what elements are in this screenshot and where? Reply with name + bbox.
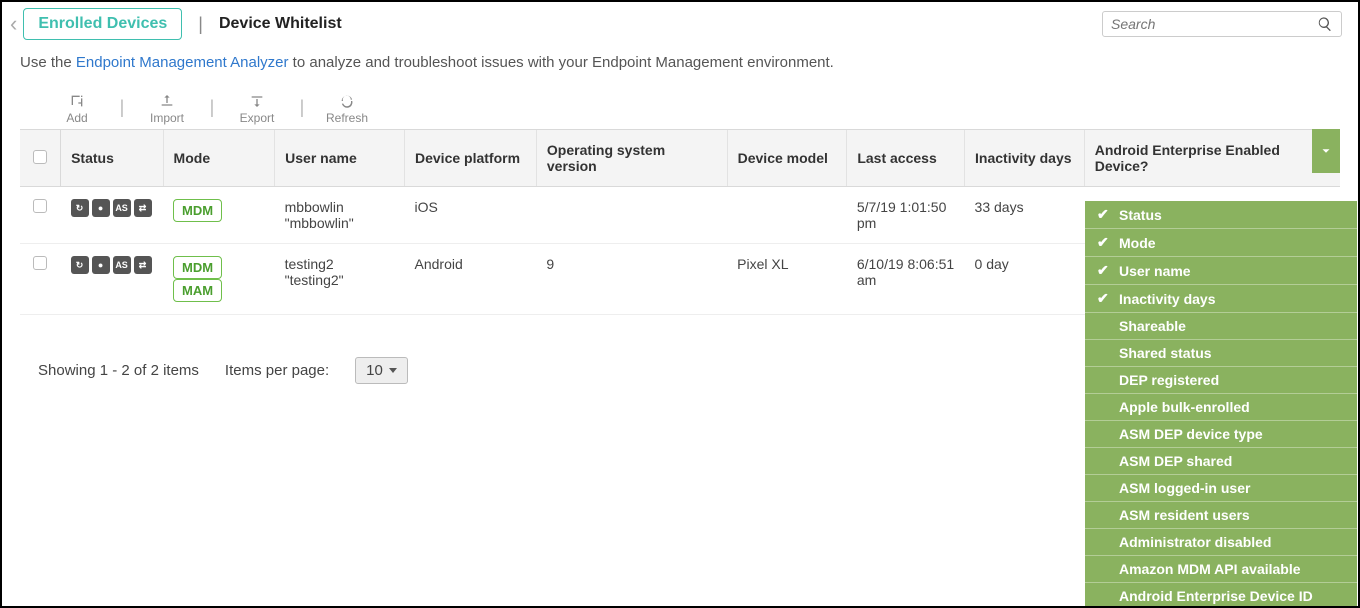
status-badge-dot: ● — [92, 199, 110, 217]
back-caret-icon[interactable]: ‹ — [10, 11, 17, 37]
cell-user: mbbowlin "mbbowlin" — [275, 187, 405, 244]
colopt-inactivity[interactable]: ✔Inactivity days — [1085, 285, 1357, 313]
toolbar-sep: | — [112, 93, 132, 118]
help-prefix: Use the — [20, 54, 76, 71]
colopt-ae-device-id[interactable]: Android Enterprise Device ID — [1085, 583, 1357, 608]
cell-inact: 0 day — [965, 244, 1085, 315]
import-icon — [159, 93, 175, 109]
cell-osver — [536, 187, 727, 244]
col-inact[interactable]: Inactivity days — [965, 130, 1085, 187]
mode-chip-mam: MAM — [173, 279, 222, 302]
select-all-checkbox[interactable] — [33, 150, 47, 164]
colopt-asm-resident[interactable]: ASM resident users — [1085, 502, 1357, 529]
colopt-asm-logged-in[interactable]: ASM logged-in user — [1085, 475, 1357, 502]
add-button[interactable]: Add — [42, 93, 112, 125]
tab-enrolled-devices[interactable]: Enrolled Devices — [23, 8, 182, 40]
status-badge-sync: ↻ — [71, 256, 89, 274]
row-checkbox[interactable] — [33, 256, 47, 270]
refresh-button[interactable]: Refresh — [312, 93, 382, 125]
cell-osver: 9 — [536, 244, 727, 315]
tab-separator: | — [198, 14, 203, 35]
status-badge-dot: ● — [92, 256, 110, 274]
status-badges: ↻ ● AS ⇄ — [71, 256, 153, 274]
colopt-dep-registered[interactable]: DEP registered — [1085, 367, 1357, 394]
link-em-analyzer[interactable]: Endpoint Management Analyzer — [76, 54, 289, 71]
refresh-label: Refresh — [326, 111, 368, 125]
colopt-apple-bulk[interactable]: Apple bulk-enrolled — [1085, 394, 1357, 421]
colopt-asm-dep-type[interactable]: ASM DEP device type — [1085, 421, 1357, 448]
cell-platform: Android — [405, 244, 537, 315]
status-badge-sync: ↻ — [71, 199, 89, 217]
toolbar: Add | Import | Export | Refresh — [2, 93, 1358, 129]
cell-inact: 33 days — [965, 187, 1085, 244]
colopt-admin-disabled[interactable]: Administrator disabled — [1085, 529, 1357, 556]
cell-user: testing2 "testing2" — [275, 244, 405, 315]
export-icon — [249, 93, 265, 109]
caret-down-icon — [389, 368, 397, 373]
col-mode[interactable]: Mode — [163, 130, 275, 187]
column-picker-dropdown: ✔Status ✔Mode ✔User name ✔Inactivity day… — [1085, 201, 1357, 608]
col-model[interactable]: Device model — [727, 130, 847, 187]
export-button[interactable]: Export — [222, 93, 292, 125]
search-box[interactable] — [1102, 11, 1342, 37]
tab-device-whitelist[interactable]: Device Whitelist — [219, 15, 342, 33]
cell-model — [727, 187, 847, 244]
export-label: Export — [240, 111, 275, 125]
col-aee[interactable]: Android Enterprise Enabled Device? — [1084, 130, 1340, 187]
toolbar-sep: | — [292, 93, 312, 118]
status-badge-shuffle: ⇄ — [134, 256, 152, 274]
status-badge-as: AS — [113, 256, 131, 274]
help-text: Use the Endpoint Management Analyzer to … — [2, 40, 1358, 93]
colopt-amazon-mdm[interactable]: Amazon MDM API available — [1085, 556, 1357, 583]
colopt-status[interactable]: ✔Status — [1085, 201, 1357, 229]
status-badge-shuffle: ⇄ — [134, 199, 152, 217]
toolbar-sep: | — [202, 93, 222, 118]
items-per-page-value: 10 — [366, 362, 383, 379]
items-per-page-label: Items per page: — [225, 362, 329, 379]
add-icon — [69, 93, 85, 109]
col-osver[interactable]: Operating system version — [536, 130, 727, 187]
cell-model: Pixel XL — [727, 244, 847, 315]
col-user[interactable]: User name — [275, 130, 405, 187]
search-input[interactable] — [1111, 16, 1317, 32]
col-status[interactable]: Status — [61, 130, 163, 187]
import-label: Import — [150, 111, 184, 125]
colopt-shared-status[interactable]: Shared status — [1085, 340, 1357, 367]
col-platform[interactable]: Device platform — [405, 130, 537, 187]
status-badge-as: AS — [113, 199, 131, 217]
add-label: Add — [66, 111, 87, 125]
refresh-icon — [339, 93, 355, 109]
cell-last: 5/7/19 1:01:50 pm — [847, 187, 965, 244]
search-icon[interactable] — [1317, 16, 1333, 32]
status-badges: ↻ ● AS ⇄ — [71, 199, 153, 217]
colopt-asm-dep-shared[interactable]: ASM DEP shared — [1085, 448, 1357, 475]
mode-chip-mdm: MDM — [173, 256, 222, 279]
help-suffix: to analyze and troubleshoot issues with … — [289, 54, 834, 71]
row-checkbox[interactable] — [33, 199, 47, 213]
items-per-page-select[interactable]: 10 — [355, 357, 408, 384]
colopt-mode[interactable]: ✔Mode — [1085, 229, 1357, 257]
chevron-down-icon — [1319, 144, 1333, 158]
col-last[interactable]: Last access — [847, 130, 965, 187]
import-button[interactable]: Import — [132, 93, 202, 125]
column-picker-toggle[interactable] — [1312, 129, 1340, 173]
cell-platform: iOS — [405, 187, 537, 244]
colopt-user[interactable]: ✔User name — [1085, 257, 1357, 285]
mode-chip-mdm: MDM — [173, 199, 222, 222]
pagination-showing: Showing 1 - 2 of 2 items — [38, 362, 199, 379]
cell-last: 6/10/19 8:06:51 am — [847, 244, 965, 315]
colopt-shareable[interactable]: Shareable — [1085, 313, 1357, 340]
